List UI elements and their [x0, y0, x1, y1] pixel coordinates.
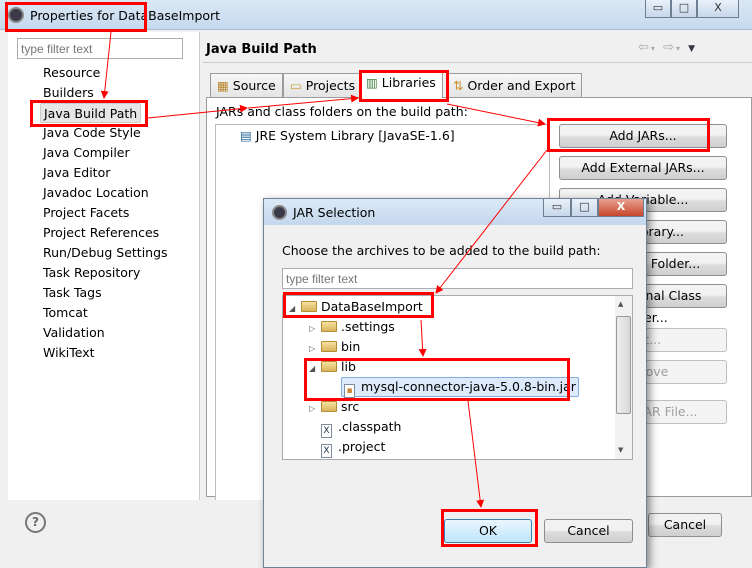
annotation-arrow — [467, 400, 485, 508]
annotation-arrow — [247, 94, 359, 109]
annotation-arrow — [435, 149, 548, 294]
annotation-arrow — [100, 31, 112, 99]
annotation-arrow — [446, 103, 546, 127]
annotation-arrows — [100, 31, 548, 508]
annotation-arrow — [147, 104, 248, 119]
annotation-arrow — [418, 319, 427, 357]
